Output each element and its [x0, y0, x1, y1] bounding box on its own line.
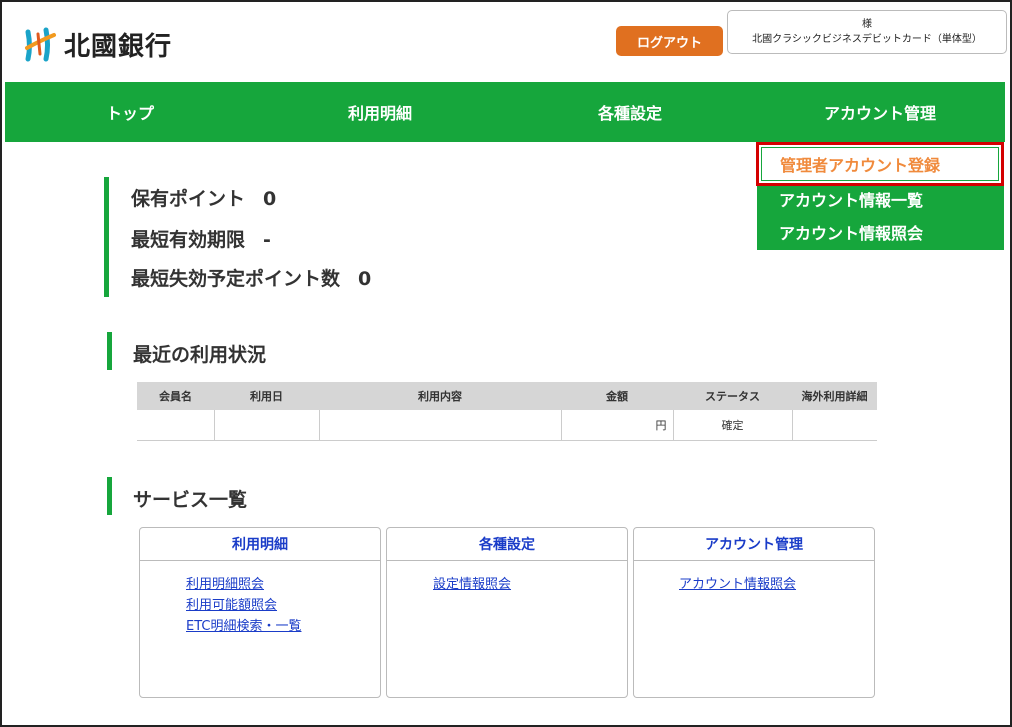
bank-name: 北國銀行 — [64, 31, 173, 62]
dropdown-item-admin-registration[interactable]: 管理者アカウント登録 — [761, 147, 999, 181]
service-box-statements: 利用明細 利用明細照会 利用可能額照会 ETC明細検索・一覧 — [139, 527, 381, 698]
expiring-points-row: 最短失効予定ポイント数 0 — [131, 264, 371, 291]
held-points-value: 0 — [263, 188, 277, 210]
cell-date — [214, 410, 320, 441]
nav-item-statements[interactable]: 利用明細 — [255, 82, 505, 142]
dropdown-item-admin-registration-label: 管理者アカウント登録 — [780, 156, 941, 175]
col-content: 利用内容 — [319, 382, 561, 410]
link-account-inquiry[interactable]: アカウント情報照会 — [679, 574, 874, 595]
services-title: サービス一覧 — [133, 489, 248, 511]
expiring-points-value: 0 — [358, 268, 372, 290]
services-accent-bar — [107, 477, 112, 515]
cell-amount: 円 — [561, 410, 674, 441]
service-links: アカウント情報照会 — [634, 561, 874, 595]
main-nav: トップ 利用明細 各種設定 アカウント管理 — [5, 82, 1005, 142]
nav-item-settings[interactable]: 各種設定 — [505, 82, 755, 142]
recent-usage-title: 最近の利用状況 — [133, 344, 267, 366]
cell-content — [319, 410, 562, 441]
dropdown-item-account-inquiry[interactable]: アカウント情報照会 — [779, 220, 923, 244]
recent-accent-bar — [107, 332, 112, 370]
usage-table: 会員名 利用日 利用内容 金額 ステータス 海外利用詳細 円 確定 — [137, 382, 877, 441]
link-settings-inquiry[interactable]: 設定情報照会 — [433, 574, 627, 595]
dropdown-item-account-list[interactable]: アカウント情報一覧 — [779, 187, 923, 211]
link-statement-inquiry[interactable]: 利用明細照会 — [186, 574, 380, 595]
service-box-title: 各種設定 — [387, 528, 627, 561]
card-type-label: 北國クラシックビジネスデビットカード（単体型） — [752, 34, 982, 45]
link-available-amount[interactable]: 利用可能額照会 — [186, 595, 380, 616]
nav-item-top[interactable]: トップ — [5, 82, 255, 142]
col-amount: 金額 — [561, 382, 673, 410]
user-info-box: 様 北國クラシックビジネスデビットカード（単体型） — [727, 10, 1007, 54]
col-date: 利用日 — [214, 382, 319, 410]
service-links: 利用明細照会 利用可能額照会 ETC明細検索・一覧 — [140, 561, 380, 637]
expiring-points-label: 最短失効予定ポイント数 — [131, 268, 341, 290]
logo-mark-icon — [24, 26, 58, 62]
held-points-row: 保有ポイント 0 — [131, 184, 276, 211]
cell-overseas — [792, 410, 877, 441]
nav-item-account-management[interactable]: アカウント管理 — [755, 82, 1005, 142]
cell-status: 確定 — [673, 410, 793, 441]
service-box-settings: 各種設定 設定情報照会 — [386, 527, 628, 698]
cell-member — [137, 410, 215, 441]
expiry-label: 最短有効期限 — [131, 229, 246, 251]
link-etc-statements[interactable]: ETC明細検索・一覧 — [186, 616, 380, 637]
col-status: ステータス — [673, 382, 792, 410]
bank-logo[interactable]: 北國銀行 — [24, 24, 172, 64]
held-points-label: 保有ポイント — [131, 188, 246, 210]
col-overseas: 海外利用詳細 — [792, 382, 877, 410]
col-member: 会員名 — [137, 382, 214, 410]
expiry-row: 最短有効期限 - — [131, 225, 271, 252]
user-name-suffix: 様 — [862, 19, 872, 30]
table-row: 円 確定 — [137, 410, 877, 441]
service-box-title: 利用明細 — [140, 528, 380, 561]
logout-button[interactable]: ログアウト — [616, 26, 723, 56]
points-accent-bar — [104, 177, 109, 297]
service-links: 設定情報照会 — [387, 561, 627, 595]
table-header-row: 会員名 利用日 利用内容 金額 ステータス 海外利用詳細 — [137, 382, 877, 410]
service-box-account-management: アカウント管理 アカウント情報照会 — [633, 527, 875, 698]
expiry-value: - — [263, 229, 271, 251]
highlight-box: 管理者アカウント登録 — [756, 142, 1004, 186]
service-box-title: アカウント管理 — [634, 528, 874, 561]
